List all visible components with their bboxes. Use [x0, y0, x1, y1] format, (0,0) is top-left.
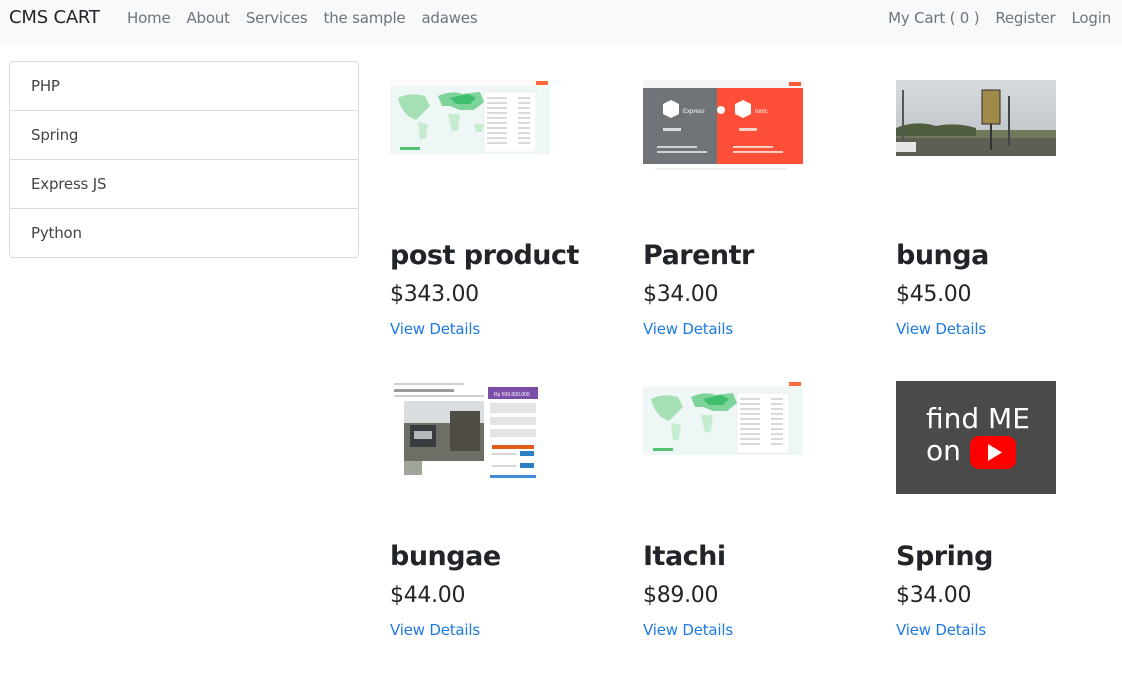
product-price: $34.00 — [896, 583, 972, 608]
street-photo-image — [896, 80, 1056, 156]
view-details-link[interactable]: View Details — [643, 621, 733, 639]
product-price: $44.00 — [390, 583, 466, 608]
category-item-python[interactable]: Python — [10, 209, 358, 257]
product-title: Spring — [896, 541, 993, 572]
youtube-banner-image: find ME on — [896, 381, 1056, 494]
product-card: find ME on Spring $34.00 View Details — [896, 381, 1122, 639]
listing-screenshot-image: Rp 500.000.000 — [390, 381, 550, 479]
view-details-link[interactable]: View Details — [390, 621, 480, 639]
product-card: bunga $45.00 View Details — [896, 80, 1122, 338]
category-item-php[interactable]: PHP — [10, 62, 358, 111]
map-screenshot-image — [643, 381, 803, 461]
product-image[interactable] — [643, 381, 803, 491]
product-price: $343.00 — [390, 282, 479, 307]
nav-links: Home About Services the sample adawes — [127, 9, 493, 27]
product-price: $89.00 — [643, 583, 719, 608]
view-details-link[interactable]: View Details — [896, 320, 986, 338]
brand-link[interactable]: CMS CART — [9, 7, 100, 28]
view-details-link[interactable]: View Details — [390, 320, 480, 338]
product-card: Rp 500.000.000 bungae $44.00 View Detail… — [390, 381, 620, 639]
product-image[interactable] — [390, 80, 550, 190]
category-item-spring[interactable]: Spring — [10, 111, 358, 160]
svg-text:Rp 500.000.000: Rp 500.000.000 — [494, 392, 530, 398]
product-price: $34.00 — [643, 282, 719, 307]
product-image[interactable]: Express Ionic — [643, 80, 803, 190]
nav-right-links: My Cart ( 0 ) Register Login — [872, 9, 1111, 27]
view-details-link[interactable]: View Details — [896, 621, 986, 639]
product-card: Itachi $89.00 View Details — [643, 381, 873, 639]
product-title: post product — [390, 240, 579, 271]
product-title: Itachi — [643, 541, 726, 572]
nav-the-sample-link[interactable]: the sample — [324, 9, 406, 27]
svg-text:Express: Express — [683, 109, 705, 115]
view-details-link[interactable]: View Details — [643, 320, 733, 338]
category-list: PHP Spring Express JS Python — [9, 61, 359, 258]
product-image[interactable] — [896, 80, 1056, 190]
product-card: post product $343.00 View Details — [390, 80, 620, 338]
login-link[interactable]: Login — [1072, 9, 1112, 27]
map-screenshot-image — [390, 80, 550, 160]
product-card: Express Ionic Parentr $34.00 View Detail… — [643, 80, 873, 338]
product-image[interactable]: find ME on — [896, 381, 1056, 495]
product-title: bungae — [390, 541, 501, 572]
nav-services-link[interactable]: Services — [246, 9, 308, 27]
nav-adawes-link[interactable]: adawes — [421, 9, 477, 27]
product-price: $45.00 — [896, 282, 972, 307]
banner-line1: find ME — [926, 402, 1030, 435]
product-title: Parentr — [643, 240, 754, 271]
my-cart-link[interactable]: My Cart ( 0 ) — [888, 9, 979, 27]
product-image[interactable]: Rp 500.000.000 — [390, 381, 550, 491]
product-title: bunga — [896, 240, 989, 271]
express-vs-ionic-image: Express Ionic — [643, 80, 803, 172]
register-link[interactable]: Register — [995, 9, 1055, 27]
category-item-express-js[interactable]: Express JS — [10, 160, 358, 209]
nav-home-link[interactable]: Home — [127, 9, 171, 27]
banner-line2: on — [926, 434, 961, 467]
nav-about-link[interactable]: About — [187, 9, 231, 27]
svg-text:Ionic: Ionic — [755, 109, 768, 115]
navbar: CMS CART Home About Services the sample … — [0, 0, 1122, 45]
